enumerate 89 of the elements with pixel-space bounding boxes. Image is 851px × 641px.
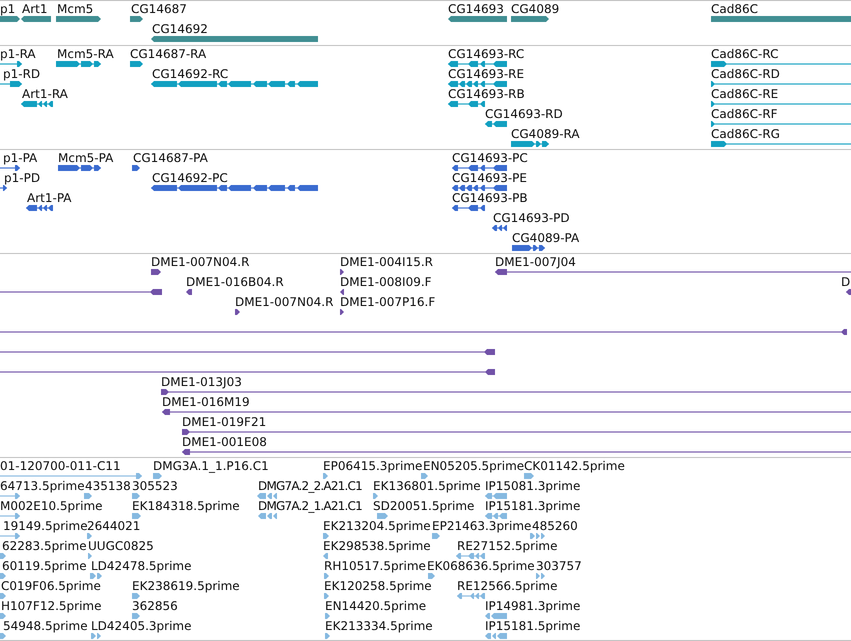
protein-label: CG14687-PA [133, 151, 208, 165]
transcript-label: Art1-RA [22, 87, 68, 101]
protein-label: CG14693-PC [452, 151, 528, 165]
transcript-label: Cad86C-RE [711, 87, 778, 101]
gene-label: p1 [0, 2, 16, 16]
transcript-label: CG14693-RD [485, 107, 563, 121]
clone-label: DME1-007N04.R [151, 255, 250, 269]
gene-label: CG14687 [131, 2, 187, 16]
transcript-label: p1-RA [0, 47, 36, 61]
gene-label: CG14693 [448, 2, 504, 16]
protein-label: p1-PA [3, 151, 38, 165]
clone-label: DME1-016B04.R [186, 275, 284, 289]
est-label: H107F12.5prime [1, 599, 102, 613]
est-label: DMG7A.2_1.A21.C1 [258, 499, 362, 513]
transcript-label: Cad86C-RC [711, 47, 778, 61]
protein-label: Mcm5-PA [58, 151, 114, 165]
clone-label: DME1-019F21 [182, 415, 266, 429]
protein-label: CG14693-PB [452, 191, 528, 205]
clone-label: DME1-007N04.R [235, 295, 334, 309]
est-label: EP21463.3prime [432, 519, 532, 533]
clone-label: DME1-004I15.R [340, 255, 434, 269]
est-label: EP06415.3prime [323, 459, 422, 473]
est-label: 435138 [85, 479, 131, 493]
transcript-label: Cad86C-RF [711, 107, 778, 121]
est-label: IP15181.3prime [485, 499, 580, 513]
est-label: 54948.5prime [3, 619, 88, 633]
est-label: 305523 [132, 479, 178, 493]
protein-label: CG14692-PC [152, 171, 228, 185]
transcript-label: CG14693-RE [448, 67, 524, 81]
est-label: 01-120700-011-C11 [0, 459, 121, 473]
protein-label: p1-PD [4, 171, 40, 185]
est-label: EK120258.5prime [324, 579, 432, 593]
est-label: EK184318.5prime [132, 499, 240, 513]
est-label: EK298538.5prime [323, 539, 431, 553]
est-label: EK213204.5prime [323, 519, 431, 533]
clone-label: DME1-007J04 [495, 255, 576, 269]
est-label: IP14981.3prime [485, 599, 580, 613]
est-label: DMG3A.1_1.P16.C1 [153, 459, 269, 473]
est-label: 485260 [532, 519, 578, 533]
gene-label: Mcm5 [57, 2, 94, 16]
est-label: CK01142.5prime [524, 459, 625, 473]
gene-label: Cad86C [711, 2, 758, 16]
est-label: IP15181.5prime [485, 619, 580, 633]
est-label: 62283.5prime [2, 539, 87, 553]
est-label: UUGC0825 [88, 539, 154, 553]
transcript-label: Cad86C-RD [711, 67, 780, 81]
est-label: EK238619.5prime [132, 579, 240, 593]
est-label: SD20051.5prime [373, 499, 474, 513]
est-label: EK136801.5prime [373, 479, 481, 493]
est-label: 60119.5prime [2, 559, 87, 573]
est-label: EN14420.5prime [325, 599, 426, 613]
transcript-label: Mcm5-RA [57, 47, 114, 61]
clone-label: D [841, 275, 850, 289]
transcript-label: Cad86C-RG [711, 127, 780, 141]
protein-label: CG4089-PA [512, 231, 580, 245]
est-label: DMG7A.2_2.A21.C1 [258, 479, 362, 493]
est-label: 2644021 [87, 519, 140, 533]
est-label: 362856 [132, 599, 178, 613]
est-label: IP15081.3prime [485, 479, 580, 493]
protein-label: Art1-PA [27, 191, 72, 205]
est-label: LD42478.5prime [91, 559, 192, 573]
est-label: M002E10.5prime [0, 499, 103, 513]
protein-label: CG14693-PD [493, 211, 570, 225]
gene-label: Art1 [22, 2, 48, 16]
est-label: RE27152.5prime [457, 539, 558, 553]
est-label: RH10517.5prime [324, 559, 426, 573]
est-label: LD42405.3prime [91, 619, 192, 633]
est-label: EK213334.5prime [325, 619, 433, 633]
transcript-label: CG14693-RB [448, 87, 525, 101]
clone-label: DME1-001E08 [182, 435, 267, 449]
transcript-label: p1-RD [3, 67, 40, 81]
protein-label: CG14693-PE [452, 171, 527, 185]
est-label: EN05205.5prime [423, 459, 524, 473]
transcript-label: CG14692-RC [152, 67, 228, 81]
est-label: EK068636.5prime [427, 559, 535, 573]
gene-label: CG14692 [152, 22, 208, 36]
clone-label: DME1-008I09.F [340, 275, 432, 289]
transcript-label: CG14693-RC [448, 47, 524, 61]
transcript-label: CG14687-RA [130, 47, 206, 61]
gene-label: CG4089 [511, 2, 560, 16]
clone-label: DME1-007P16.F [340, 295, 436, 309]
transcript-label: CG4089-RA [511, 127, 580, 141]
est-label: C019F06.5prime [1, 579, 101, 593]
clone-label: DME1-016M19 [162, 395, 250, 409]
est-label: 64713.5prime [0, 479, 85, 493]
est-label: 19149.5prime [3, 519, 88, 533]
est-label: RE12566.5prime [457, 579, 558, 593]
est-label: 303757 [536, 559, 582, 573]
clone-label: DME1-013J03 [161, 375, 242, 389]
